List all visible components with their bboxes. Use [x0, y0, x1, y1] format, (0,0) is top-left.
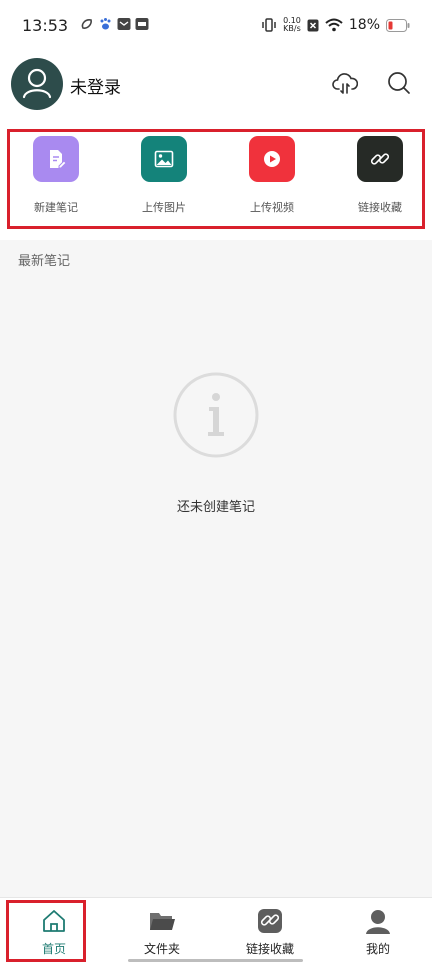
empty-state-text: 还未创建笔记 — [176, 500, 255, 515]
app-notification-icon — [81, 19, 92, 29]
wifi-icon — [325, 18, 343, 32]
profile-icon — [366, 910, 390, 934]
quick-action-label: 新建笔记 — [34, 201, 78, 214]
bottom-navigation: 首页 文件夹 链接收藏 我的 — [0, 897, 432, 964]
upload-image-tile — [141, 136, 187, 182]
tab-label: 文件夹 — [143, 942, 180, 956]
quick-action-label: 上传图片 — [142, 201, 186, 214]
net-speed: 0.10 KB/s — [283, 17, 301, 33]
avatar[interactable] — [11, 58, 63, 110]
quick-action-label: 上传视频 — [250, 201, 294, 214]
data-off-icon — [307, 19, 319, 31]
link-icon — [370, 153, 390, 165]
gesture-bar[interactable] — [128, 959, 303, 962]
mail-icon — [117, 18, 131, 30]
new-note-tile — [33, 136, 79, 182]
status-time: 13:53 — [22, 16, 69, 35]
link-bookmark-icon — [258, 909, 282, 933]
link-bookmark-tile — [357, 136, 403, 182]
net-speed-unit: KB/s — [283, 24, 301, 33]
quick-action-new-note[interactable]: 新建笔记 — [11, 136, 101, 215]
archive-icon — [135, 18, 149, 30]
folder-icon — [150, 913, 175, 930]
vibrate-icon — [262, 18, 276, 32]
tab-label: 我的 — [365, 942, 390, 956]
tab-link-bookmark[interactable]: 链接收藏 — [216, 898, 324, 964]
quick-action-upload-video[interactable]: 上传视频 — [227, 136, 317, 215]
quick-action-upload-image[interactable]: 上传图片 — [119, 136, 209, 215]
tab-label: 链接收藏 — [245, 942, 294, 956]
status-right-group: 0.10 KB/s 18% — [261, 14, 410, 36]
image-icon — [154, 150, 174, 168]
section-title-latest-notes: 最新笔记 — [18, 254, 71, 269]
quick-actions-panel: 新建笔记 上传图片 上传视频 链接收藏 — [7, 129, 425, 229]
paw-icon — [100, 18, 111, 30]
username-label[interactable]: 未登录 — [70, 73, 121, 98]
battery-percent: 18% — [348, 17, 380, 33]
quick-action-label: 链接收藏 — [358, 201, 402, 214]
tab-profile[interactable]: 我的 — [324, 898, 432, 964]
status-bar: 13:53 0.10 KB/s 18% — [0, 0, 432, 50]
video-play-icon — [264, 151, 280, 167]
battery-low-icon — [386, 18, 410, 32]
upload-video-tile — [249, 136, 295, 182]
new-note-icon — [50, 150, 67, 169]
top-panel: 13:53 0.10 KB/s 18% 未登录 新建笔记 上传图片 上传视频 链… — [0, 0, 432, 240]
info-icon — [173, 372, 259, 458]
quick-action-link-bookmark[interactable]: 链接收藏 — [335, 136, 425, 215]
search-icon[interactable] — [386, 70, 412, 96]
tab-folder[interactable]: 文件夹 — [108, 898, 216, 964]
avatar-user-icon — [22, 68, 52, 99]
home-tab-highlight — [6, 900, 86, 962]
cloud-sync-icon[interactable] — [332, 70, 358, 96]
